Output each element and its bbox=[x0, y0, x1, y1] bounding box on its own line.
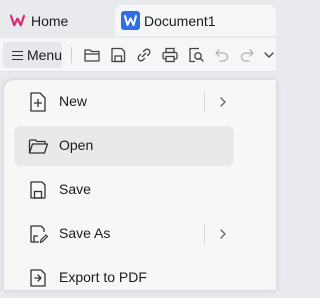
tab-bar: Home Document1 bbox=[0, 0, 276, 38]
tab-home[interactable]: Home bbox=[0, 5, 112, 36]
menu-button-label: Menu bbox=[26, 47, 62, 63]
menu-item-save[interactable]: Save bbox=[14, 170, 234, 210]
export-pdf-icon bbox=[27, 267, 49, 289]
word-doc-icon bbox=[121, 11, 140, 30]
quick-access-toolbar: Menu bbox=[0, 38, 276, 72]
menu-item-export-pdf[interactable]: Export to PDF bbox=[14, 258, 234, 298]
tab-document-label: Document1 bbox=[144, 12, 216, 29]
menu-button[interactable]: Menu bbox=[3, 42, 62, 68]
tab-home-label: Home bbox=[31, 12, 69, 29]
menu-item-label: Save As bbox=[59, 225, 111, 241]
folder-open-icon bbox=[27, 135, 49, 157]
toolbar-divider bbox=[71, 47, 72, 63]
undo-icon[interactable] bbox=[213, 46, 231, 64]
chevron-right-icon bbox=[220, 97, 226, 107]
wps-logo-icon bbox=[9, 13, 26, 28]
submenu-arrow[interactable] bbox=[204, 82, 234, 122]
print-preview-icon[interactable] bbox=[187, 46, 205, 64]
menu-item-label: Export to PDF bbox=[59, 269, 147, 285]
more-dropdown-icon[interactable] bbox=[262, 46, 280, 64]
new-file-icon[interactable] bbox=[83, 46, 101, 64]
hamburger-icon bbox=[12, 50, 23, 61]
menu-item-save-as[interactable]: Save As bbox=[14, 214, 234, 254]
redo-icon[interactable] bbox=[238, 46, 256, 64]
menu-item-new[interactable]: New bbox=[14, 82, 234, 122]
new-document-icon bbox=[27, 91, 49, 113]
file-menu-panel: New Open Save Save As Export to PDF bbox=[4, 80, 276, 290]
save-icon bbox=[27, 179, 49, 201]
menu-item-open[interactable]: Open bbox=[14, 126, 234, 166]
menu-item-label: Open bbox=[59, 137, 94, 153]
share-icon[interactable] bbox=[135, 46, 153, 64]
save-as-icon bbox=[27, 223, 49, 245]
save-icon[interactable] bbox=[109, 46, 127, 64]
menu-item-label: New bbox=[59, 93, 88, 109]
print-icon[interactable] bbox=[161, 46, 179, 64]
chevron-right-icon bbox=[220, 229, 226, 239]
submenu-arrow[interactable] bbox=[204, 214, 234, 254]
tab-document[interactable]: Document1 bbox=[115, 5, 276, 36]
menu-item-label: Save bbox=[59, 181, 91, 197]
